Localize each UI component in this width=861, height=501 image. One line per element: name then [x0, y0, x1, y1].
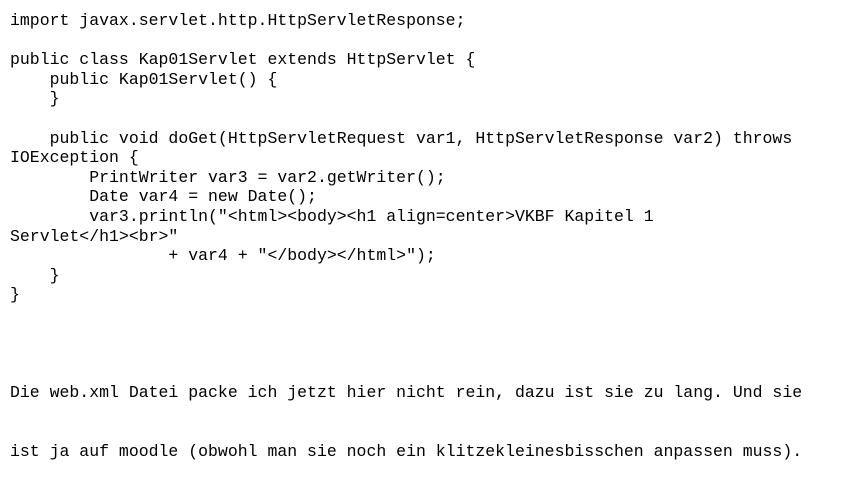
code-line: IOException { — [10, 148, 139, 168]
code-line: Date var4 = new Date(); — [10, 187, 317, 207]
code-line: public void doGet(HttpServletRequest var… — [10, 128, 793, 148]
note-paragraph: Die web.xml Datei packe ich jetzt hier n… — [10, 344, 850, 501]
code-line: public class Kap01Servlet extends HttpSe… — [10, 50, 476, 70]
code-line: } — [10, 265, 60, 285]
code-line: var3.println("<html><body><h1 align=cent… — [10, 206, 654, 226]
code-line: } — [10, 89, 60, 109]
code-line: Servlet</h1><br>" — [10, 226, 179, 246]
code-block: import javax.servlet.http.HttpServletRes… — [10, 11, 850, 305]
code-line: + var4 + "</body></html>"); — [10, 246, 436, 266]
note-line: ist ja auf moodle (obwohl man sie noch e… — [10, 442, 803, 462]
code-line: import javax.servlet.http.HttpServletRes… — [10, 11, 466, 30]
code-line: } — [10, 285, 20, 305]
document-body: import javax.servlet.http.HttpServletRes… — [10, 11, 850, 501]
code-line: PrintWriter var3 = var2.getWriter(); — [10, 167, 446, 187]
code-line: public Kap01Servlet() { — [10, 69, 278, 89]
